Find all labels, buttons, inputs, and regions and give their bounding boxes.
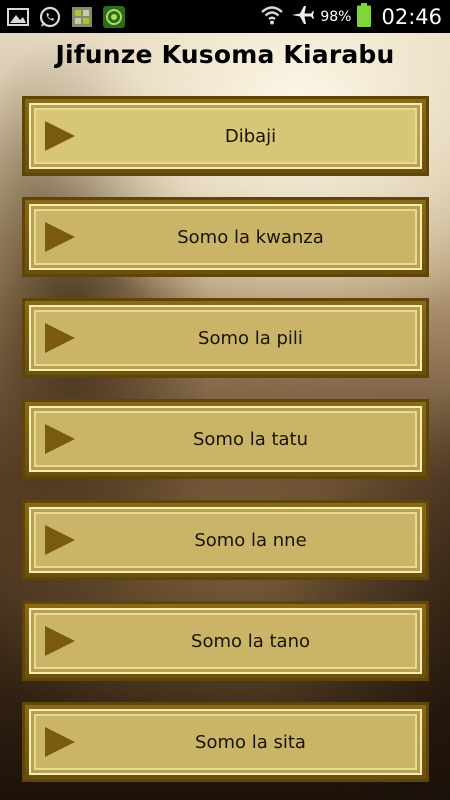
lesson-menu: Dibaji Somo la kwanza Somo la pili Somo … [22, 96, 429, 800]
play-icon [45, 525, 75, 555]
gallery-icon [6, 5, 30, 29]
menu-item-label: Dibaji [224, 125, 277, 147]
menu-item-somo-la-pili[interactable]: Somo la pili [22, 298, 429, 378]
menu-item-somo-la-tano[interactable]: Somo la tano [22, 601, 429, 681]
menu-item-label: Somo la kwanza [177, 226, 324, 248]
menu-item-label: Somo la pili [198, 327, 303, 349]
menu-item-somo-la-tatu[interactable]: Somo la tatu [22, 399, 429, 479]
menu-item-somo-la-nne[interactable]: Somo la nne [22, 500, 429, 580]
menu-item-label: Somo la sita [195, 731, 306, 753]
play-icon [45, 626, 75, 656]
menu-item-somo-la-kwanza[interactable]: Somo la kwanza [22, 197, 429, 277]
play-icon [45, 121, 75, 151]
play-icon [45, 222, 75, 252]
android-debug-icon [70, 5, 94, 29]
play-icon [45, 323, 75, 353]
clock: 02:46 [381, 4, 442, 29]
menu-item-somo-la-sita[interactable]: Somo la sita [22, 702, 429, 782]
menu-item-dibaji[interactable]: Dibaji [22, 96, 429, 176]
wifi-icon [260, 4, 284, 30]
airplane-icon [290, 4, 315, 30]
play-icon [45, 727, 75, 757]
battery-percent: 98% [320, 8, 352, 25]
play-icon [45, 424, 75, 454]
whatsapp-icon [38, 5, 62, 29]
menu-item-label: Somo la nne [194, 529, 307, 551]
notification-icons [6, 4, 126, 29]
shield-app-icon [102, 5, 126, 29]
battery-icon [357, 2, 372, 31]
status-bar: 98% 02:46 [0, 0, 450, 33]
menu-item-label: Somo la tatu [192, 428, 308, 450]
menu-item-label: Somo la tano [191, 630, 310, 652]
system-status: 98% 02:46 [260, 0, 442, 33]
page-title: Jifunze Kusoma Kiarabu [55, 40, 395, 69]
